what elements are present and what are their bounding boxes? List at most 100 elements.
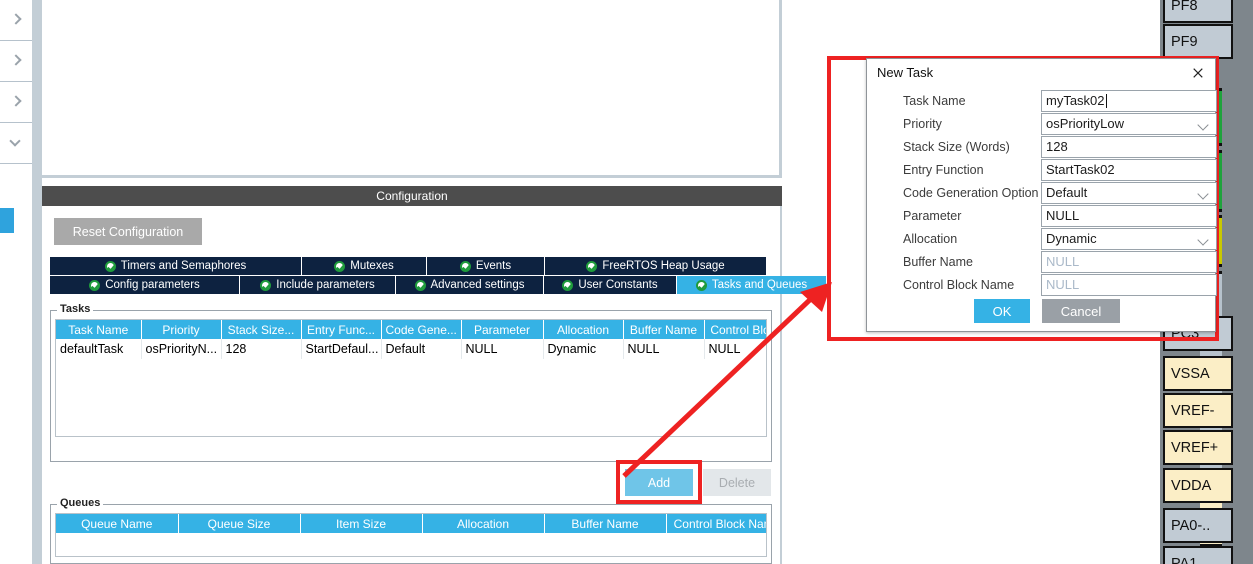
column-header[interactable]: Control Blo... — [704, 320, 766, 339]
field-value: NULL — [1046, 277, 1080, 292]
column-header[interactable]: Code Gene... — [381, 320, 462, 339]
delete-task-button: Delete — [703, 469, 771, 496]
field-value: 128 — [1046, 139, 1068, 154]
table-cell[interactable]: osPriorityN... — [141, 339, 222, 359]
column-header[interactable]: Priority — [141, 320, 222, 339]
dialog-title: New Task — [877, 65, 934, 80]
pin-pf8[interactable]: PF8 — [1163, 0, 1233, 23]
check-circle-icon — [414, 279, 426, 291]
tasks-header-row: Task Name Priority Stack Size... Entry Func… — [56, 320, 766, 339]
tab-label: Mutexes — [350, 260, 394, 272]
column-header[interactable]: Allocation — [543, 320, 624, 339]
pin-pf9[interactable]: PF9 — [1163, 24, 1233, 59]
pin-vref-[interactable]: VREF- — [1163, 393, 1233, 428]
chevron-right-icon[interactable] — [10, 96, 22, 108]
chevron-down-icon[interactable] — [10, 137, 22, 149]
chevron-down-icon[interactable] — [1199, 190, 1208, 199]
check-circle-icon — [459, 260, 471, 272]
table-row[interactable]: defaultTask osPriorityN... 128 StartDefaul.… — [56, 339, 766, 359]
column-header[interactable]: Entry Func... — [301, 320, 382, 339]
pin-label: VSSA — [1171, 365, 1210, 382]
field-label: Task Name — [903, 93, 966, 108]
tab-bar-row-2: Config parameters Include parameters Advan… — [50, 276, 827, 294]
chevron-down-icon[interactable] — [1199, 121, 1208, 130]
column-header[interactable]: Parameter — [461, 320, 544, 339]
tab-config-parameters[interactable]: Config parameters — [50, 276, 240, 294]
chevron-right-icon[interactable] — [10, 55, 22, 67]
queues-group: Queues Queue Name Queue Size Item Size Allo… — [50, 497, 772, 564]
close-icon[interactable] — [1187, 63, 1209, 83]
tree-row[interactable] — [0, 41, 32, 82]
task-action-row: Add Delete — [50, 460, 772, 504]
column-header[interactable]: Buffer Name — [623, 320, 705, 339]
tasks-body: defaultTask osPriorityN... 128 StartDefaul.… — [56, 339, 766, 359]
tab-label: User Constants — [578, 279, 658, 291]
tab-advanced-settings[interactable]: Advanced settings — [396, 276, 544, 294]
pin-label: VREF- — [1171, 402, 1215, 419]
input-parameter[interactable]: NULL — [1041, 204, 1217, 227]
tab-tasks-and-queues[interactable]: Tasks and Queues — [677, 276, 827, 294]
select-priority[interactable]: osPriorityLow — [1041, 112, 1217, 135]
check-circle-icon — [104, 260, 116, 272]
column-header[interactable]: Task Name — [56, 320, 142, 339]
select-code-generation-option[interactable]: Default — [1041, 181, 1217, 204]
chevron-right-icon[interactable] — [10, 14, 22, 26]
tasks-group-legend: Tasks — [57, 303, 94, 315]
table-cell[interactable]: Default — [381, 339, 462, 359]
pin-vref-[interactable]: VREF+ — [1163, 430, 1233, 465]
pin-vdda[interactable]: VDDA — [1163, 468, 1233, 503]
tasks-group: Tasks Task Name Priority Stack Size... Entr… — [50, 303, 772, 462]
column-header[interactable]: Queue Name — [56, 514, 179, 533]
configuration-header: Configuration — [42, 186, 782, 206]
tab-events[interactable]: Events — [427, 257, 545, 275]
tasks-table-container[interactable]: Task Name Priority Stack Size... Entry Func… — [55, 319, 767, 437]
tab-bar-row-1: Timers and Semaphores Mutexes Events FreeRT… — [50, 257, 767, 275]
close-icon-glyph — [1193, 68, 1203, 78]
column-header[interactable]: Queue Size — [178, 514, 301, 533]
pin-label: PA1 — [1171, 555, 1198, 564]
add-task-button[interactable]: Add — [625, 469, 693, 496]
table-cell[interactable]: defaultTask — [56, 339, 142, 359]
input-task-name[interactable]: myTask02 — [1041, 89, 1217, 112]
field-row-task-name: Task Name myTask02 — [867, 89, 1217, 112]
tab-label: Events — [475, 260, 512, 272]
table-cell[interactable]: 128 — [221, 339, 302, 359]
tab-mutexes[interactable]: Mutexes — [302, 257, 427, 275]
tab-include-parameters[interactable]: Include parameters — [240, 276, 396, 294]
queues-table-container[interactable]: Queue Name Queue Size Item Size Allocation B… — [55, 513, 767, 557]
input-entry-function[interactable]: StartTask02 — [1041, 158, 1217, 181]
ok-button[interactable]: OK — [974, 299, 1030, 323]
reset-configuration-button[interactable]: Reset Configuration — [54, 218, 202, 245]
pin-pa1[interactable]: PA1 — [1163, 546, 1233, 564]
column-header[interactable]: Buffer Name — [544, 514, 667, 533]
table-cell[interactable]: NULL — [704, 339, 766, 359]
pin-pa0-[interactable]: PA0-.. — [1163, 508, 1233, 543]
column-header[interactable]: Item Size — [300, 514, 423, 533]
column-header[interactable]: Stack Size... — [221, 320, 302, 339]
top-preview-panel — [42, 0, 782, 178]
queues-table: Queue Name Queue Size Item Size Allocation B… — [56, 514, 766, 533]
tab-user-constants[interactable]: User Constants — [544, 276, 677, 294]
field-value: StartTask02 — [1046, 162, 1115, 177]
tree-row[interactable] — [0, 0, 32, 41]
input-control-block-name[interactable]: NULL — [1041, 273, 1217, 296]
table-cell[interactable]: Dynamic — [543, 339, 624, 359]
tab-freertos-heap-usage[interactable]: FreeRTOS Heap Usage — [545, 257, 767, 275]
pin-vssa[interactable]: VSSA — [1163, 356, 1233, 391]
input-stack-size-words-[interactable]: 128 — [1041, 135, 1217, 158]
column-header[interactable]: Allocation — [422, 514, 545, 533]
table-cell[interactable]: NULL — [461, 339, 544, 359]
tab-timers-and-semaphores[interactable]: Timers and Semaphores — [50, 257, 302, 275]
chevron-down-icon[interactable] — [1199, 236, 1208, 245]
tree-row[interactable] — [0, 123, 32, 164]
check-circle-icon — [586, 260, 598, 272]
table-cell[interactable]: StartDefaul... — [301, 339, 382, 359]
table-cell[interactable]: NULL — [623, 339, 705, 359]
cancel-button[interactable]: Cancel — [1042, 299, 1120, 323]
field-label: Control Block Name — [903, 277, 1015, 292]
select-allocation[interactable]: Dynamic — [1041, 227, 1217, 250]
column-header[interactable]: Control Block Name — [666, 514, 766, 533]
tree-row[interactable] — [0, 82, 32, 123]
input-buffer-name[interactable]: NULL — [1041, 250, 1217, 273]
left-gutter — [32, 0, 42, 564]
